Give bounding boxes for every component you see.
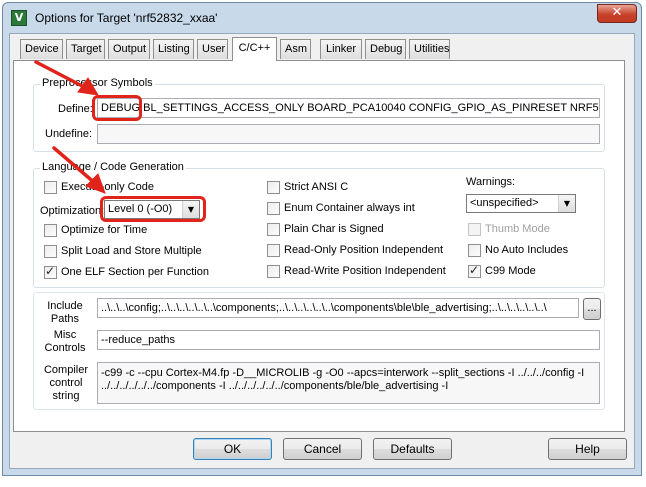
- thumb-mode-label: Thumb Mode: [485, 223, 550, 235]
- preprocessor-group-title: Preprocessor Symbols: [40, 77, 155, 89]
- optimize-for-time-label: Optimize for Time: [61, 224, 148, 236]
- cancel-button[interactable]: Cancel: [283, 438, 362, 460]
- strict-ansi-label: Strict ANSI C: [284, 181, 349, 193]
- help-button[interactable]: Help: [548, 438, 627, 460]
- one-elf-section-label: One ELF Section per Function: [61, 266, 209, 278]
- tab-debug[interactable]: Debug: [365, 39, 406, 59]
- warnings-label: Warnings:: [466, 176, 516, 188]
- tab-target[interactable]: Target: [66, 39, 105, 59]
- tab-output[interactable]: Output: [108, 39, 150, 59]
- split-load-store-label: Split Load and Store Multiple: [61, 245, 202, 257]
- tab-listing[interactable]: Listing: [153, 39, 194, 59]
- optimization-label: Optimization:: [40, 205, 105, 217]
- enum-container-checkbox[interactable]: [267, 202, 280, 215]
- language-group-title: Language / Code Generation: [40, 161, 186, 173]
- execute-only-label: Execute-only Code: [61, 181, 154, 193]
- no-auto-includes-label: No Auto Includes: [485, 244, 569, 256]
- tab-user[interactable]: User: [197, 39, 228, 59]
- enum-container-label: Enum Container always int: [284, 202, 415, 214]
- execute-only-checkbox[interactable]: [44, 181, 57, 194]
- compiler-control-text: -c99 -c --cpu Cortex-M4.fp -D__MICROLIB …: [97, 362, 600, 404]
- c99-mode-checkbox[interactable]: [468, 263, 481, 278]
- tab-asm[interactable]: Asm: [280, 39, 311, 59]
- readonly-pi-checkbox[interactable]: [267, 244, 280, 257]
- close-button[interactable]: ✕: [597, 4, 637, 23]
- plain-char-signed-label: Plain Char is Signed: [284, 223, 384, 235]
- window-title: Options for Target 'nrf52832_xxaa': [35, 11, 218, 25]
- include-paths-browse-button[interactable]: ...: [583, 298, 601, 320]
- no-auto-includes-checkbox[interactable]: [468, 244, 481, 257]
- warnings-value: <unspecified>: [470, 197, 539, 209]
- one-elf-section-checkbox[interactable]: [44, 264, 57, 279]
- include-paths-input[interactable]: ..\..\..\config;..\..\..\..\..\..\compon…: [97, 298, 579, 318]
- defaults-button[interactable]: Defaults: [373, 438, 452, 460]
- annotation-box-optimization: [100, 196, 206, 222]
- strict-ansi-checkbox[interactable]: [267, 181, 280, 194]
- tab-utilities[interactable]: Utilities: [409, 39, 450, 59]
- annotation-box-define: [92, 95, 142, 121]
- misc-controls-label: Misc Controls: [44, 329, 86, 354]
- ok-button[interactable]: OK: [193, 438, 272, 460]
- tab-linker[interactable]: Linker: [320, 39, 362, 59]
- thumb-mode-checkbox: [468, 223, 481, 236]
- keil-app-icon: V: [11, 10, 27, 26]
- chevron-down-icon: ▼: [558, 195, 575, 212]
- tab-device[interactable]: Device: [20, 39, 63, 59]
- c99-mode-label: C99 Mode: [485, 265, 536, 277]
- define-label: Define:: [58, 103, 93, 115]
- optimize-for-time-checkbox[interactable]: [44, 224, 57, 237]
- misc-controls-input[interactable]: --reduce_paths: [97, 330, 600, 350]
- tab-cc[interactable]: C/C++: [232, 37, 277, 61]
- readwrite-pi-label: Read-Write Position Independent: [284, 265, 446, 277]
- readonly-pi-label: Read-Only Position Independent: [284, 244, 443, 256]
- undefine-label: Undefine:: [45, 128, 93, 140]
- include-paths-label: Include Paths: [47, 300, 83, 325]
- readwrite-pi-checkbox[interactable]: [267, 265, 280, 278]
- define-input[interactable]: DEBUG BL_SETTINGS_ACCESS_ONLY BOARD_PCA1…: [97, 98, 600, 118]
- split-load-store-checkbox[interactable]: [44, 245, 57, 258]
- title-bar[interactable]: V Options for Target 'nrf52832_xxaa' ✕: [3, 3, 641, 33]
- plain-char-signed-checkbox[interactable]: [267, 223, 280, 236]
- warnings-select[interactable]: <unspecified> ▼: [466, 194, 576, 213]
- undefine-input[interactable]: [97, 124, 600, 144]
- compiler-control-label: Compiler control string: [43, 364, 88, 402]
